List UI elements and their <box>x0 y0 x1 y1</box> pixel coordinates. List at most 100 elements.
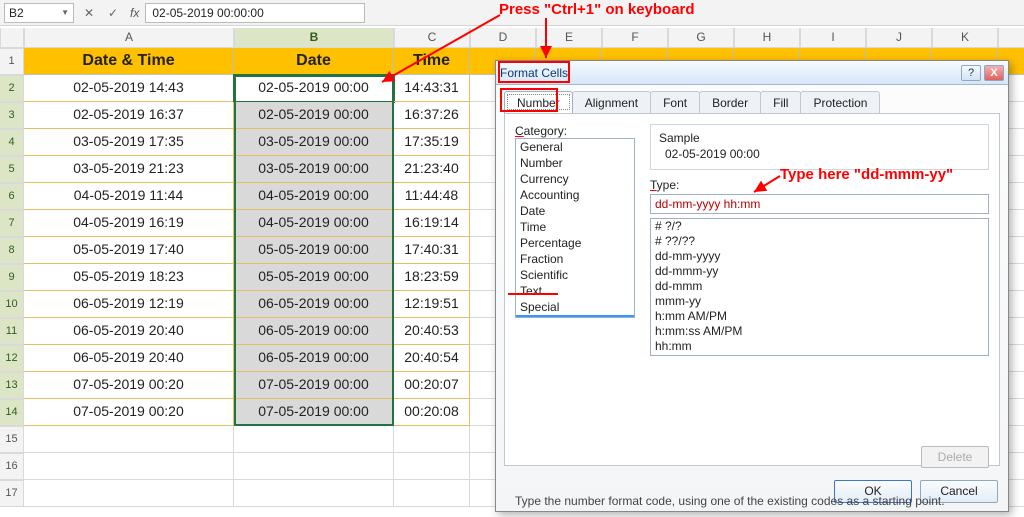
category-item[interactable]: Special <box>516 299 634 315</box>
type-list[interactable]: # ?/?# ??/??dd-mm-yyyydd-mmm-yydd-mmmmmm… <box>650 218 989 356</box>
type-item[interactable]: hh:mm <box>651 339 988 354</box>
category-item[interactable]: Date <box>516 203 634 219</box>
col-header-F[interactable]: F <box>602 28 668 48</box>
cell[interactable]: 07-05-2019 00:20 <box>24 372 234 399</box>
row-header[interactable]: 4 <box>0 129 24 156</box>
row-header[interactable]: 16 <box>0 453 24 480</box>
row-header[interactable]: 15 <box>0 426 24 453</box>
cell[interactable]: 12:19:51 <box>394 291 470 318</box>
category-item[interactable]: Custom <box>516 315 634 318</box>
row-header[interactable]: 6 <box>0 183 24 210</box>
row-header[interactable]: 12 <box>0 345 24 372</box>
cell[interactable]: 06-05-2019 00:00 <box>234 318 394 345</box>
col-header-J[interactable]: J <box>866 28 932 48</box>
type-item[interactable]: dd-mmm-yy <box>651 264 988 279</box>
cell[interactable]: 00:20:07 <box>394 372 470 399</box>
cell[interactable] <box>234 453 394 480</box>
cell[interactable]: 07-05-2019 00:00 <box>234 399 394 426</box>
cell[interactable] <box>24 453 234 480</box>
row-header[interactable]: 7 <box>0 210 24 237</box>
type-item[interactable]: mmm-yy <box>651 294 988 309</box>
col-header-G[interactable]: G <box>668 28 734 48</box>
col-header-H[interactable]: H <box>734 28 800 48</box>
col-header-E[interactable]: E <box>536 28 602 48</box>
cell[interactable]: 20:40:53 <box>394 318 470 345</box>
tab-alignment[interactable]: Alignment <box>572 91 651 113</box>
cell[interactable]: Date & Time <box>24 48 234 75</box>
row-header[interactable]: 3 <box>0 102 24 129</box>
type-input[interactable] <box>650 194 989 214</box>
cell[interactable]: 07-05-2019 00:20 <box>24 399 234 426</box>
close-button[interactable]: X <box>984 65 1004 81</box>
col-header-B[interactable]: B <box>234 28 394 48</box>
category-item[interactable]: Time <box>516 219 634 235</box>
cell[interactable]: 02-05-2019 00:00 <box>234 102 394 129</box>
col-header-A[interactable]: A <box>24 28 234 48</box>
cell[interactable]: 06-05-2019 20:40 <box>24 318 234 345</box>
category-item[interactable]: Fraction <box>516 251 634 267</box>
cell[interactable]: 06-05-2019 00:00 <box>234 291 394 318</box>
cell[interactable] <box>234 480 394 507</box>
category-item[interactable]: Scientific <box>516 267 634 283</box>
cell[interactable]: Date <box>234 48 394 75</box>
category-item[interactable]: Percentage <box>516 235 634 251</box>
cell[interactable]: 06-05-2019 20:40 <box>24 345 234 372</box>
type-item[interactable]: h:mm AM/PM <box>651 309 988 324</box>
cell[interactable] <box>24 480 234 507</box>
row-header[interactable]: 17 <box>0 480 24 507</box>
cell[interactable] <box>394 480 470 507</box>
type-item[interactable]: # ??/?? <box>651 234 988 249</box>
cell[interactable]: 04-05-2019 00:00 <box>234 210 394 237</box>
col-header-D[interactable]: D <box>470 28 536 48</box>
col-header-I[interactable]: I <box>800 28 866 48</box>
cell[interactable]: 02-05-2019 14:43 <box>24 75 234 102</box>
cell[interactable]: 14:43:31 <box>394 75 470 102</box>
type-item[interactable]: # ?/? <box>651 219 988 234</box>
cell[interactable]: 17:35:19 <box>394 129 470 156</box>
row-header[interactable]: 10 <box>0 291 24 318</box>
help-button[interactable]: ? <box>961 65 981 81</box>
fx-enter-icon[interactable]: ✓ <box>104 6 122 20</box>
type-item[interactable]: dd-mmm <box>651 279 988 294</box>
tab-font[interactable]: Font <box>650 91 700 113</box>
row-header[interactable]: 14 <box>0 399 24 426</box>
cell[interactable]: 16:19:14 <box>394 210 470 237</box>
cell[interactable]: 04-05-2019 00:00 <box>234 183 394 210</box>
category-item[interactable]: Text <box>516 283 634 299</box>
type-item[interactable]: hh:mm:ss <box>651 354 988 356</box>
category-list[interactable]: GeneralNumberCurrencyAccountingDateTimeP… <box>515 138 635 318</box>
col-header-K[interactable]: K <box>932 28 998 48</box>
cell[interactable]: 05-05-2019 00:00 <box>234 237 394 264</box>
fx-label[interactable]: fx <box>130 6 139 20</box>
category-item[interactable]: Number <box>516 155 634 171</box>
row-header[interactable]: 1 <box>0 48 24 75</box>
formula-bar[interactable]: 02-05-2019 00:00:00 <box>145 3 365 23</box>
cell[interactable]: Time <box>394 48 470 75</box>
tab-fill[interactable]: Fill <box>760 91 801 113</box>
cell[interactable]: 17:40:31 <box>394 237 470 264</box>
cell[interactable]: 20:40:54 <box>394 345 470 372</box>
row-header[interactable]: 5 <box>0 156 24 183</box>
cell[interactable]: 07-05-2019 00:00 <box>234 372 394 399</box>
cell[interactable]: 02-05-2019 00:00 <box>234 75 394 102</box>
cell[interactable]: 03-05-2019 21:23 <box>24 156 234 183</box>
col-header-C[interactable]: C <box>394 28 470 48</box>
cell[interactable]: 18:23:59 <box>394 264 470 291</box>
cell[interactable] <box>394 426 470 453</box>
category-item[interactable]: General <box>516 139 634 155</box>
col-header-L[interactable]: L <box>998 28 1024 48</box>
fx-cancel-icon[interactable]: ✕ <box>80 6 98 20</box>
cell[interactable]: 03-05-2019 00:00 <box>234 156 394 183</box>
tab-border[interactable]: Border <box>699 91 761 113</box>
cell[interactable]: 21:23:40 <box>394 156 470 183</box>
cell[interactable]: 06-05-2019 12:19 <box>24 291 234 318</box>
cell[interactable]: 04-05-2019 11:44 <box>24 183 234 210</box>
cell[interactable]: 05-05-2019 00:00 <box>234 264 394 291</box>
tab-protection[interactable]: Protection <box>800 91 880 113</box>
cell[interactable] <box>24 426 234 453</box>
row-header[interactable]: 2 <box>0 75 24 102</box>
name-box[interactable]: B2 ▼ <box>4 3 74 23</box>
row-header[interactable]: 13 <box>0 372 24 399</box>
row-header[interactable]: 11 <box>0 318 24 345</box>
cell[interactable]: 04-05-2019 16:19 <box>24 210 234 237</box>
